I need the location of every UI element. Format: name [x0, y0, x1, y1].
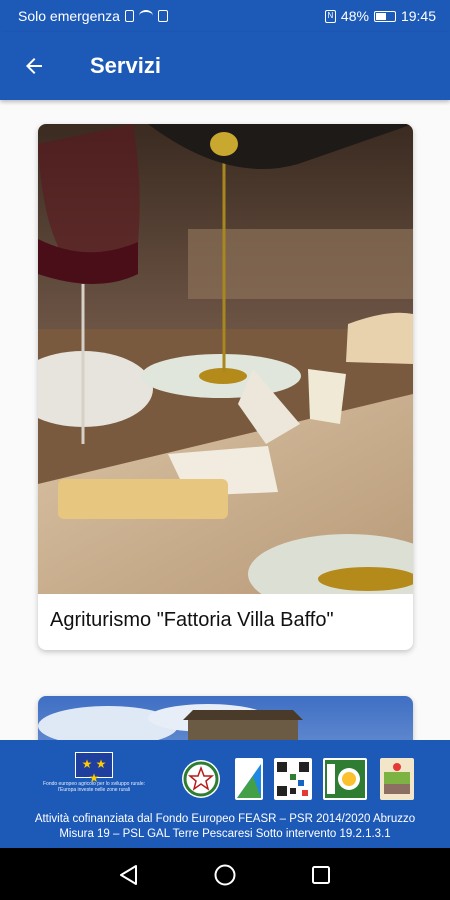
- system-nav-bar: [0, 848, 450, 900]
- service-card-image: [38, 696, 413, 740]
- recent-square-icon[interactable]: [308, 862, 334, 888]
- abruzzo-region-logo: [235, 758, 263, 800]
- services-list[interactable]: Agriturismo "Fattoria Villa Baffo": [0, 100, 450, 740]
- sim-icon: [124, 10, 134, 22]
- italian-republic-emblem: [182, 760, 220, 798]
- battery-icon: [373, 10, 396, 22]
- page-title: Servizi: [90, 53, 161, 78]
- service-card[interactable]: [38, 696, 413, 740]
- gal-terre-pescaresi-logo: [380, 758, 414, 800]
- eu-flag-logo: ★ ★ ★ Fondo europeo agricolo per lo svil…: [34, 752, 154, 793]
- battery-percent: 48%: [340, 8, 369, 24]
- leader-icon: [325, 760, 365, 798]
- status-right: N 48% 19:45: [324, 8, 436, 24]
- funding-notice: Attività cofinanziata dal Fondo Europeo …: [0, 812, 450, 842]
- status-bar: Solo emergenza N 48% 19:45: [0, 0, 450, 32]
- arrow-back-icon: [26, 58, 42, 74]
- funding-footer: ★ ★ ★ Fondo europeo agricolo per lo svil…: [0, 740, 450, 848]
- partner-logos: ★ ★ ★ Fondo europeo agricolo per lo svil…: [0, 748, 450, 806]
- service-card-title: Agriturismo "Fattoria Villa Baffo": [50, 609, 334, 631]
- back-button[interactable]: [0, 32, 68, 100]
- gal-icon: [382, 760, 412, 798]
- abruzzo-icon: [237, 764, 261, 798]
- status-left: Solo emergenza: [18, 8, 168, 24]
- service-card[interactable]: Agriturismo "Fattoria Villa Baffo": [38, 124, 413, 650]
- qr-code: [274, 758, 312, 800]
- service-card-image: [38, 124, 413, 594]
- back-triangle-icon[interactable]: [116, 862, 142, 888]
- lock-icon: [157, 10, 168, 22]
- app-bar: Servizi: [0, 32, 450, 100]
- wifi-icon: [138, 10, 153, 22]
- clock: 19:45: [400, 8, 436, 24]
- qr-code-icon: [277, 762, 309, 796]
- funding-notice-line-2: Misura 19 – PSL GAL Terre Pescaresi Sott…: [59, 828, 391, 840]
- star-emblem-icon: [183, 761, 219, 797]
- eu-caption-line-2: l'Europa investe nelle zone rurali: [57, 787, 131, 793]
- home-circle-icon[interactable]: [212, 862, 238, 888]
- eu-flag-icon: ★ ★ ★: [75, 752, 113, 785]
- carrier-label: Solo emergenza: [18, 8, 120, 24]
- leader-logo: [323, 758, 367, 800]
- funding-notice-line-1: Attività cofinanziata dal Fondo Europeo …: [34, 813, 416, 825]
- nfc-icon: N: [324, 9, 336, 23]
